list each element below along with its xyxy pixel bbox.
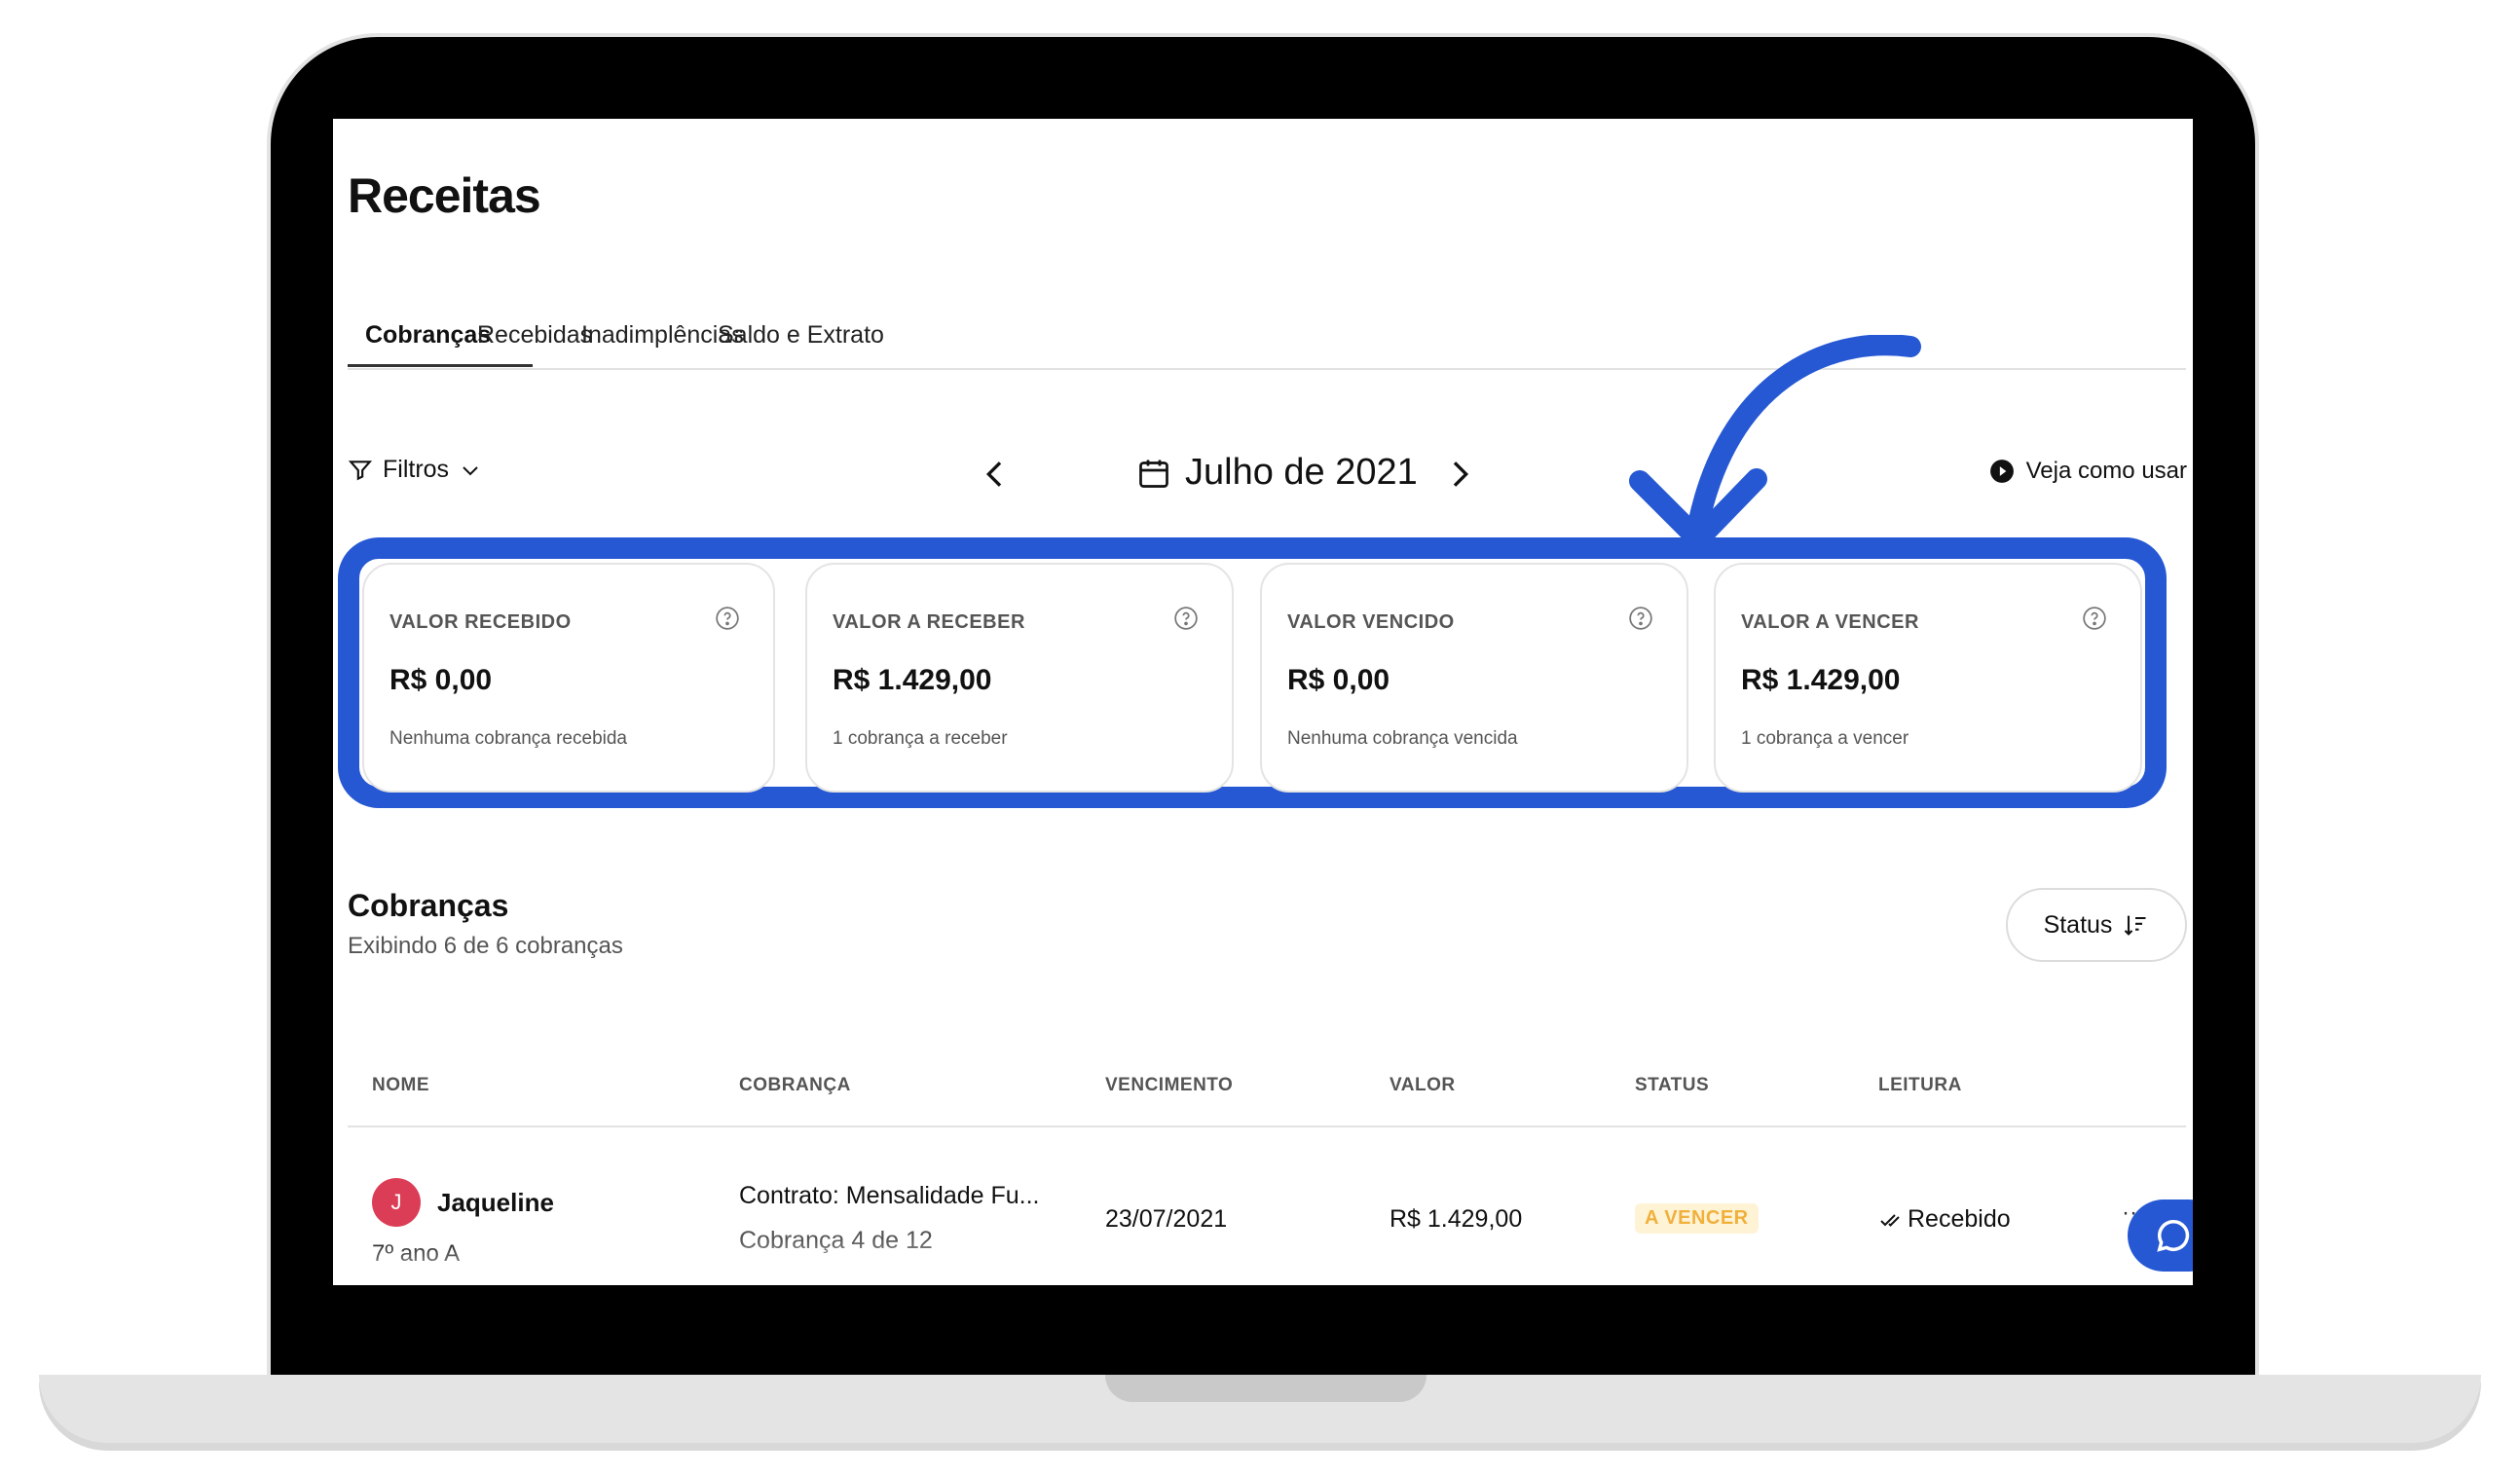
bottom-fade	[333, 1238, 2193, 1285]
filters-label: Filtros	[383, 456, 450, 483]
reading-label: Recebido	[1908, 1205, 2011, 1233]
month-text: Julho de 2021	[1185, 452, 1418, 493]
curved-arrow-icon	[1629, 335, 1921, 550]
column-header-cobranca[interactable]: COBRANÇA	[739, 1075, 851, 1096]
table-header: NOME COBRANÇA VENCIMENTO VALOR STATUS LE…	[348, 1075, 2186, 1127]
tab-saldo-extrato[interactable]: Saldo e Extrato	[718, 321, 884, 350]
check-icon	[1880, 1213, 1900, 1227]
help-icon[interactable]	[2082, 606, 2107, 631]
student-name: Jaqueline	[437, 1188, 554, 1217]
section-subtitle: Exibindo 6 de 6 cobranças	[348, 933, 623, 959]
card-title: VALOR A RECEBER	[833, 611, 1025, 633]
section-title: Cobranças	[348, 888, 509, 923]
card-value: R$ 0,00	[1287, 664, 1390, 696]
page-title: Receitas	[348, 168, 541, 223]
card-subtitle: Nenhuma cobrança vencida	[1287, 728, 1518, 749]
column-header-status[interactable]: STATUS	[1635, 1075, 1709, 1096]
card-subtitle: 1 cobrança a vencer	[1741, 728, 1909, 749]
chevron-right-icon[interactable]	[1440, 452, 1479, 497]
month-label[interactable]: Julho de 2021	[1136, 452, 1418, 494]
status-sort-button[interactable]: Status	[2006, 888, 2187, 962]
help-icon[interactable]	[715, 606, 740, 631]
card-value: R$ 0,00	[389, 664, 493, 696]
how-to-link[interactable]: Veja como usar	[1989, 458, 2187, 485]
sort-icon	[2125, 915, 2146, 936]
chat-icon	[2157, 1220, 2190, 1252]
column-header-nome[interactable]: NOME	[372, 1075, 429, 1096]
card-title: VALOR A VENCER	[1741, 611, 1919, 633]
summary-card-to-expire: VALOR A VENCER R$ 1.429,00 1 cobrança a …	[1714, 563, 2142, 793]
summary-card-overdue: VALOR VENCIDO R$ 0,00 Nenhuma cobrança v…	[1260, 563, 1688, 793]
card-title: VALOR VENCIDO	[1287, 611, 1455, 633]
contract-name: Contrato: Mensalidade Fu...	[739, 1182, 1040, 1209]
filters-button[interactable]: Filtros	[348, 456, 482, 484]
chat-button[interactable]	[2128, 1199, 2193, 1272]
status-badge: A VENCER	[1635, 1203, 1759, 1234]
card-title: VALOR RECEBIDO	[389, 611, 572, 633]
tab-recebidas[interactable]: Recebidas	[477, 321, 592, 350]
chevron-left-icon[interactable]	[976, 452, 1015, 497]
play-icon	[1989, 460, 2014, 483]
column-header-valor[interactable]: VALOR	[1390, 1075, 1456, 1096]
column-header-leitura[interactable]: LEITURA	[1878, 1075, 1962, 1096]
card-value: R$ 1.429,00	[1741, 664, 1901, 696]
how-to-label: Veja como usar	[2025, 458, 2187, 484]
summary-card-received: VALOR RECEBIDO R$ 0,00 Nenhuma cobrança …	[362, 563, 775, 793]
active-tab-indicator	[348, 364, 533, 367]
status-sort-label: Status	[2043, 910, 2113, 939]
avatar: J	[372, 1178, 421, 1227]
card-value: R$ 1.429,00	[833, 664, 992, 696]
column-header-vencimento[interactable]: VENCIMENTO	[1105, 1075, 1233, 1096]
card-subtitle: 1 cobrança a receber	[833, 728, 1008, 749]
help-icon[interactable]	[1628, 606, 1653, 631]
summary-card-to-receive: VALOR A RECEBER R$ 1.429,00 1 cobrança a…	[805, 563, 1234, 793]
card-subtitle: Nenhuma cobrança recebida	[389, 728, 627, 749]
reading-status: Recebido	[1878, 1205, 2011, 1234]
laptop-notch	[1105, 1375, 1427, 1402]
tab-cobrancas[interactable]: Cobranças	[365, 321, 491, 350]
filter-icon	[348, 460, 373, 480]
amount: R$ 1.429,00	[1390, 1205, 1523, 1233]
app-screen: Receitas Cobranças Recebidas Inadimplênc…	[333, 119, 2193, 1285]
help-icon[interactable]	[1173, 606, 1199, 631]
chevron-down-icon	[463, 465, 478, 475]
due-date: 23/07/2021	[1105, 1205, 1228, 1233]
calendar-icon	[1139, 460, 1168, 488]
